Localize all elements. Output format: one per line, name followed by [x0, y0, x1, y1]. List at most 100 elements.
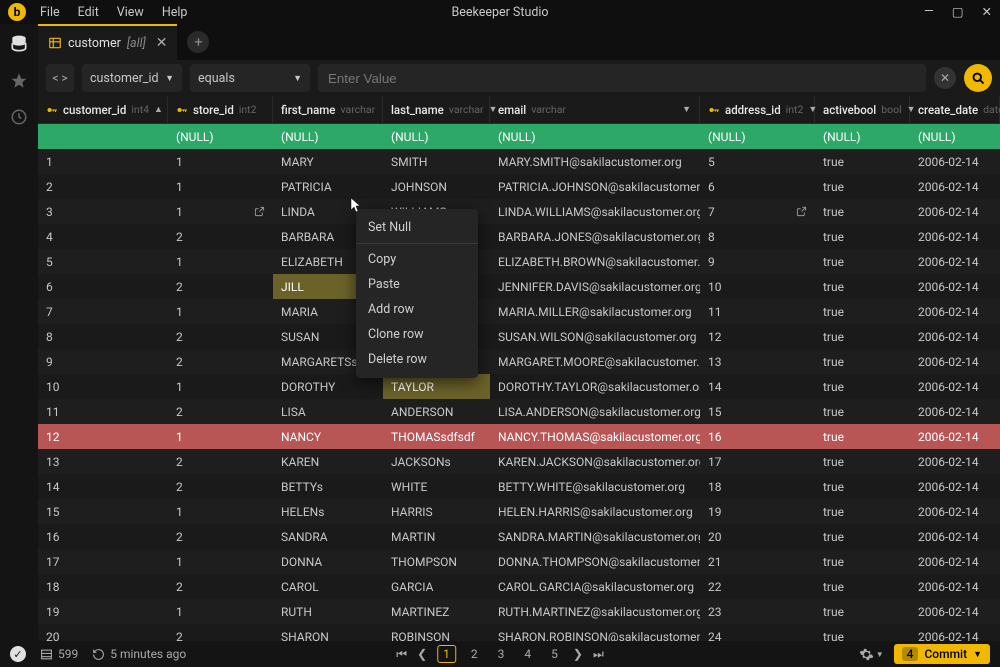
- cell-activebool[interactable]: true: [815, 374, 910, 399]
- context-copy[interactable]: Copy: [356, 247, 478, 272]
- table-row[interactable]: 82SUSANWILSONSUSAN.WILSON@sakilacustomer…: [38, 324, 1000, 349]
- cell-address_id[interactable]: 16: [700, 424, 815, 449]
- cell-email[interactable]: JENNIFER.DAVIS@sakilacustomer.org: [490, 274, 700, 299]
- column-header-store_id[interactable]: store_idint2: [168, 96, 273, 123]
- table-row[interactable]: 11MARYSMITHMARY.SMITH@sakilacustomer.org…: [38, 149, 1000, 174]
- cell-customer_id[interactable]: 7: [38, 299, 168, 324]
- cell-address_id[interactable]: 10: [700, 274, 815, 299]
- cell-store_id[interactable]: 2: [168, 524, 273, 549]
- settings-icon[interactable]: ▼: [859, 647, 884, 662]
- column-header-address_id[interactable]: address_idint2▼: [700, 96, 815, 123]
- cell-customer_id[interactable]: 20: [38, 624, 168, 641]
- refresh-time[interactable]: 5 minutes ago: [92, 647, 186, 661]
- cell-address_id[interactable]: 9: [700, 249, 815, 274]
- cell-create_date[interactable]: (NULL): [910, 124, 1000, 149]
- cell-address_id[interactable]: 12: [700, 324, 815, 349]
- table-row[interactable]: 162SANDRAMARTINSANDRA.MARTIN@sakilacusto…: [38, 524, 1000, 549]
- column-header-email[interactable]: emailvarchar▼: [490, 96, 700, 123]
- cell-customer_id[interactable]: 3: [38, 199, 168, 224]
- cell-address_id[interactable]: 18: [700, 474, 815, 499]
- cell-store_id[interactable]: 2: [168, 274, 273, 299]
- cell-last_name[interactable]: THOMPSON: [383, 549, 490, 574]
- external-link-icon[interactable]: [254, 206, 265, 217]
- code-toggle-button[interactable]: < >: [46, 64, 74, 92]
- menu-file[interactable]: File: [40, 5, 60, 20]
- cell-first_name[interactable]: SHARON: [273, 624, 383, 641]
- cell-email[interactable]: LISA.ANDERSON@sakilacustomer.org: [490, 399, 700, 424]
- table-row[interactable]: 51ELIZABETHBROWNELIZABETH.BROWN@sakilacu…: [38, 249, 1000, 274]
- table-row[interactable]: 112LISAANDERSONLISA.ANDERSON@sakilacusto…: [38, 399, 1000, 424]
- cell-create_date[interactable]: 2006-02-14: [910, 424, 1000, 449]
- cell-customer_id[interactable]: 12: [38, 424, 168, 449]
- cell-activebool[interactable]: true: [815, 474, 910, 499]
- cell-customer_id[interactable]: 14: [38, 474, 168, 499]
- cell-address_id[interactable]: 21: [700, 549, 815, 574]
- cell-customer_id[interactable]: 1: [38, 149, 168, 174]
- cell-email[interactable]: SHARON.ROBINSON@sakilacustomer.org: [490, 624, 700, 641]
- cell-activebool[interactable]: true: [815, 274, 910, 299]
- cell-address_id[interactable]: 13: [700, 349, 815, 374]
- cell-create_date[interactable]: 2006-02-14: [910, 574, 1000, 599]
- pager-page[interactable]: 5: [546, 646, 563, 662]
- menu-help[interactable]: Help: [162, 5, 188, 20]
- cell-customer_id[interactable]: 17: [38, 549, 168, 574]
- cell-last_name[interactable]: MARTIN: [383, 524, 490, 549]
- cell-create_date[interactable]: 2006-02-14: [910, 449, 1000, 474]
- table-row[interactable]: 31LINDAWILLIAMSLINDA.WILLIAMS@sakilacust…: [38, 199, 1000, 224]
- cell-first_name[interactable]: PATRICIA: [273, 174, 383, 199]
- table-row[interactable]: 42BARBARAJONESBARBARA.JONES@sakilacustom…: [38, 224, 1000, 249]
- cell-activebool[interactable]: true: [815, 449, 910, 474]
- cell-create_date[interactable]: 2006-02-14: [910, 149, 1000, 174]
- cell-create_date[interactable]: 2006-02-14: [910, 499, 1000, 524]
- cell-email[interactable]: ELIZABETH.BROWN@sakilacustomer.org: [490, 249, 700, 274]
- cell-customer_id[interactable]: 4: [38, 224, 168, 249]
- table-row[interactable]: 62JILLDAVISJENNIFER.DAVIS@sakilacustomer…: [38, 274, 1000, 299]
- table-row[interactable]: 182CAROLGARCIACAROL.GARCIA@sakilacustome…: [38, 574, 1000, 599]
- cell-customer_id[interactable]: 9: [38, 349, 168, 374]
- cell-address_id[interactable]: 15: [700, 399, 815, 424]
- cell-first_name[interactable]: BETTYs: [273, 474, 383, 499]
- cell-store_id[interactable]: 1: [168, 249, 273, 274]
- cell-first_name[interactable]: RUTH: [273, 599, 383, 624]
- cell-email[interactable]: DOROTHY.TAYLOR@sakilacustomer.org: [490, 374, 700, 399]
- cell-first_name[interactable]: (NULL): [273, 124, 383, 149]
- cell-customer_id[interactable]: 10: [38, 374, 168, 399]
- pager-page[interactable]: 4: [519, 646, 536, 662]
- external-link-icon[interactable]: [796, 206, 807, 217]
- cell-store_id[interactable]: 2: [168, 474, 273, 499]
- cell-customer_id[interactable]: 19: [38, 599, 168, 624]
- filter-operator-select[interactable]: equals ▼: [190, 64, 310, 92]
- tab-close-icon[interactable]: ✕: [156, 35, 168, 51]
- cell-address_id[interactable]: 22: [700, 574, 815, 599]
- pager-page[interactable]: 2: [466, 646, 483, 662]
- cell-customer_id[interactable]: [38, 124, 168, 149]
- cell-last_name[interactable]: WHITE: [383, 474, 490, 499]
- context-delete-row[interactable]: Delete row: [356, 347, 478, 372]
- cell-store_id[interactable]: 1: [168, 299, 273, 324]
- cell-email[interactable]: LINDA.WILLIAMS@sakilacustomer.org: [490, 199, 700, 224]
- window-maximize-icon[interactable]: ▢: [952, 4, 964, 20]
- cell-last_name[interactable]: MARTINEZ: [383, 599, 490, 624]
- cell-create_date[interactable]: 2006-02-14: [910, 199, 1000, 224]
- cell-first_name[interactable]: SANDRA: [273, 524, 383, 549]
- cell-store_id[interactable]: 1: [168, 174, 273, 199]
- pager-last[interactable]: ⏭: [593, 647, 604, 662]
- cell-create_date[interactable]: 2006-02-14: [910, 399, 1000, 424]
- cell-first_name[interactable]: CAROL: [273, 574, 383, 599]
- cell-customer_id[interactable]: 16: [38, 524, 168, 549]
- cell-customer_id[interactable]: 2: [38, 174, 168, 199]
- cell-activebool[interactable]: true: [815, 149, 910, 174]
- pager-first[interactable]: ⏮: [396, 647, 407, 662]
- cell-email[interactable]: HELEN.HARRIS@sakilacustomer.org: [490, 499, 700, 524]
- cell-customer_id[interactable]: 8: [38, 324, 168, 349]
- cell-address_id[interactable]: 7: [700, 199, 815, 224]
- cell-store_id[interactable]: 1: [168, 149, 273, 174]
- cell-store_id[interactable]: 2: [168, 449, 273, 474]
- cell-address_id[interactable]: 5: [700, 149, 815, 174]
- cell-create_date[interactable]: 2006-02-14: [910, 249, 1000, 274]
- cell-customer_id[interactable]: 18: [38, 574, 168, 599]
- cell-email[interactable]: MARIA.MILLER@sakilacustomer.org: [490, 299, 700, 324]
- cell-store_id[interactable]: 2: [168, 349, 273, 374]
- cell-store_id[interactable]: 2: [168, 324, 273, 349]
- cell-activebool[interactable]: true: [815, 574, 910, 599]
